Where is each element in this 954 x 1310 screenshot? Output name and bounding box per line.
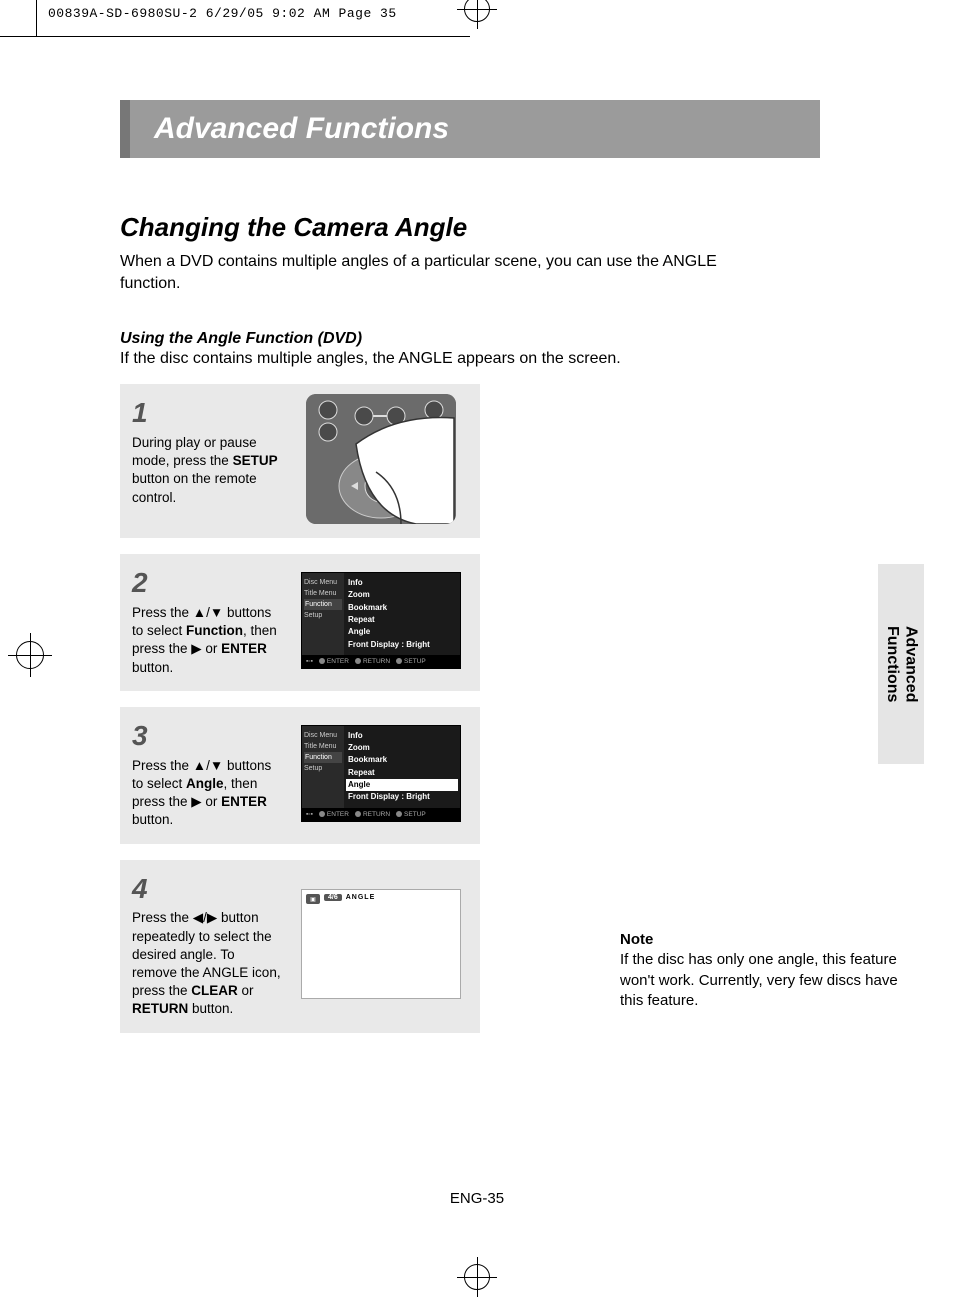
subsection-title: Using the Angle Function (DVD): [120, 330, 820, 348]
step-number: 4: [132, 870, 282, 908]
step-text: button.: [188, 1001, 233, 1016]
osd-item-angle-selected: Angle: [346, 779, 458, 791]
osd-side-title: Title Menu: [304, 588, 342, 599]
osd-side-function: Function: [304, 752, 342, 763]
step-bold: Function: [186, 623, 243, 638]
page-number: ENG-35: [450, 1190, 504, 1207]
note-block: Note If the disc has only one angle, thi…: [620, 930, 920, 1011]
remote-illustration: ENTER: [306, 394, 456, 524]
step-text: button on the remote control.: [132, 471, 257, 504]
step-bold: Angle: [186, 776, 224, 791]
tab-line2: Functions: [884, 626, 901, 702]
step-4: 4 Press the ◀/▶ button repeatedly to sel…: [120, 860, 480, 1033]
note-heading: Note: [620, 930, 920, 950]
osd-foot-setup: SETUP: [404, 658, 426, 665]
osd-foot-enter: ENTER: [327, 658, 349, 665]
page-title: Changing the Camera Angle: [120, 212, 820, 243]
osd-foot-return: RETURN: [363, 658, 390, 665]
osd-foot-enter: ENTER: [327, 811, 349, 818]
osd-item-repeat: Repeat: [348, 614, 456, 626]
angle-value: 4/6: [324, 894, 342, 901]
intro-text: When a DVD contains multiple angles of a…: [120, 251, 740, 294]
step-bold: ENTER: [221, 641, 267, 656]
osd-item-zoom: Zoom: [348, 589, 456, 601]
step-bold: SETUP: [233, 453, 278, 468]
osd-side-setup: Setup: [304, 610, 342, 621]
step-number: 1: [132, 394, 282, 432]
osd-side-title: Title Menu: [304, 741, 342, 752]
osd-side-setup: Setup: [304, 763, 342, 774]
osd-item-info: Info: [348, 577, 456, 589]
step-number: 3: [132, 717, 282, 755]
osd-side-disc: Disc Menu: [304, 577, 342, 588]
osd-item-front: Front Display : Bright: [348, 791, 456, 803]
angle-label: ANGLE: [346, 894, 376, 901]
note-body: If the disc has only one angle, this fea…: [620, 950, 920, 1011]
subsection-intro: If the disc contains multiple angles, th…: [120, 350, 820, 368]
osd-side-disc: Disc Menu: [304, 730, 342, 741]
osd-item-bookmark: Bookmark: [348, 754, 456, 766]
osd-item-front: Front Display : Bright: [348, 639, 456, 651]
step-3: 3 Press the ▲/▼ buttons to select Angle,…: [120, 707, 480, 844]
osd-menu-function: Disc Menu Title Menu Function Setup Info…: [301, 572, 461, 669]
osd-item-repeat: Repeat: [348, 767, 456, 779]
section-banner: Advanced Functions: [120, 100, 820, 158]
camera-icon: ▣: [306, 894, 320, 904]
osd-menu-angle: Disc Menu Title Menu Function Setup Info…: [301, 725, 461, 822]
angle-indicator-screen: ▣ 4/6 ANGLE: [301, 889, 461, 999]
osd-side-function: Function: [304, 599, 342, 610]
osd-foot-return: RETURN: [363, 811, 390, 818]
step-2: 2 Press the ▲/▼ buttons to select Functi…: [120, 554, 480, 691]
print-job-line: 00839A-SD-6980SU-2 6/29/05 9:02 AM Page …: [48, 6, 397, 21]
tab-line1: Advanced: [902, 626, 919, 702]
osd-foot-setup: SETUP: [404, 811, 426, 818]
step-bold: RETURN: [132, 1001, 188, 1016]
thumb-tab: AdvancedFunctions: [878, 564, 924, 764]
osd-item-zoom: Zoom: [348, 742, 456, 754]
step-1: 1 During play or pause mode, press the S…: [120, 384, 480, 538]
step-number: 2: [132, 564, 282, 602]
step-bold: ENTER: [221, 794, 267, 809]
osd-item-info: Info: [348, 730, 456, 742]
step-text: or: [238, 983, 254, 998]
step-text: button.: [132, 812, 173, 827]
step-bold: CLEAR: [191, 983, 238, 998]
osd-item-angle: Angle: [348, 626, 456, 638]
osd-item-bookmark: Bookmark: [348, 602, 456, 614]
step-text: button.: [132, 660, 173, 675]
